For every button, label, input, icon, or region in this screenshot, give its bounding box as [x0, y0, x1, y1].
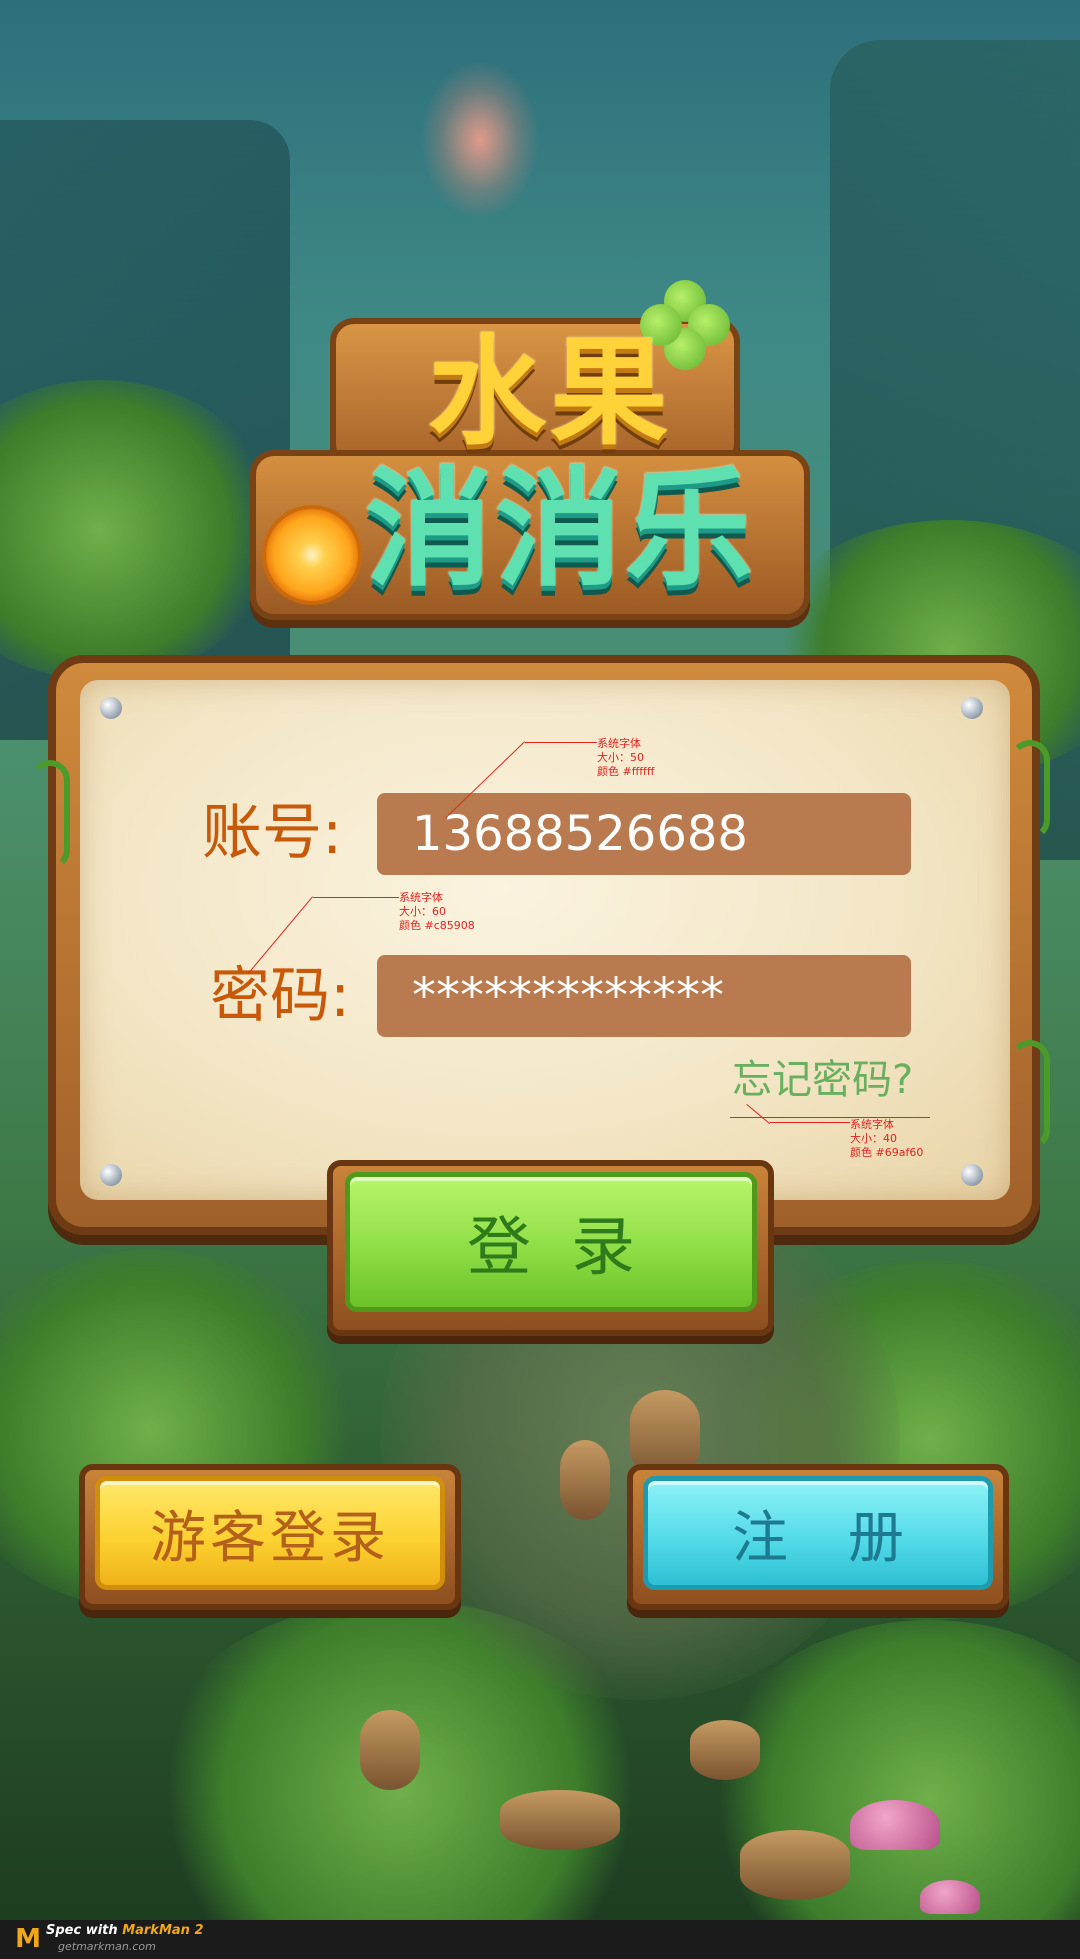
pin-icon	[100, 1164, 122, 1186]
guest-login-button[interactable]: 游客登录	[95, 1476, 445, 1590]
annotation-label-size: 大小：60	[399, 905, 446, 918]
annotation-label-color: 颜色 #c85908	[399, 919, 475, 932]
annotation-leader-line	[313, 897, 399, 898]
register-button-label: 注册	[732, 1505, 964, 1571]
annotation-forgot-font: 系统字体	[850, 1118, 894, 1131]
markman-footer: M Spec with MarkMan 2 getmarkman.com	[0, 1920, 1080, 1959]
login-button-label: 登录	[467, 1211, 675, 1285]
tree-stump	[360, 1710, 420, 1790]
tree-stump	[560, 1440, 610, 1520]
guest-login-button-label: 游客登录	[150, 1505, 390, 1571]
annotation-label-font: 系统字体	[399, 891, 443, 904]
logo-title-bottom: 消消乐	[364, 455, 755, 604]
forgot-password-link[interactable]: 忘记密码?	[732, 1056, 913, 1104]
annotation-account-font: 系统字体	[597, 737, 641, 750]
footer-spec-line: Spec with MarkMan 2	[46, 1923, 204, 1939]
register-button[interactable]: 注册	[643, 1476, 993, 1590]
annotation-leader-line	[770, 1122, 850, 1123]
mushroom	[920, 1880, 980, 1914]
login-button[interactable]: 登录	[345, 1172, 757, 1312]
password-input[interactable]: *************	[377, 955, 911, 1037]
sky-glow	[420, 60, 540, 220]
logo-title-top: 水果	[427, 323, 672, 461]
orange-icon	[262, 505, 362, 605]
vine-decoration	[1010, 740, 1050, 840]
game-logo: 水果 消消乐	[250, 280, 810, 630]
footer-brand: MarkMan 2	[122, 1923, 204, 1938]
mushroom	[850, 1800, 940, 1850]
footer-spec-prefix: Spec with	[46, 1923, 123, 1938]
password-label: 密码:	[210, 961, 351, 1031]
annotation-leader-line	[525, 742, 597, 743]
tree-stump	[690, 1720, 760, 1780]
vine-decoration	[1010, 1040, 1050, 1150]
pin-icon	[100, 697, 122, 719]
annotation-underline	[730, 1117, 930, 1118]
pin-icon	[961, 697, 983, 719]
markman-logo-icon: M	[15, 1924, 41, 1954]
account-label: 账号:	[202, 798, 343, 868]
footer-url: getmarkman.com	[58, 1940, 156, 1953]
annotation-account-size: 大小：50	[597, 751, 644, 764]
vine-decoration	[30, 760, 70, 870]
tree-stump	[500, 1790, 620, 1850]
pin-icon	[961, 1164, 983, 1186]
annotation-forgot-size: 大小：40	[850, 1132, 897, 1145]
annotation-account-color: 颜色 #ffffff	[597, 765, 655, 778]
tree-stump	[740, 1830, 850, 1900]
annotation-forgot-color: 颜色 #69af60	[850, 1146, 924, 1159]
